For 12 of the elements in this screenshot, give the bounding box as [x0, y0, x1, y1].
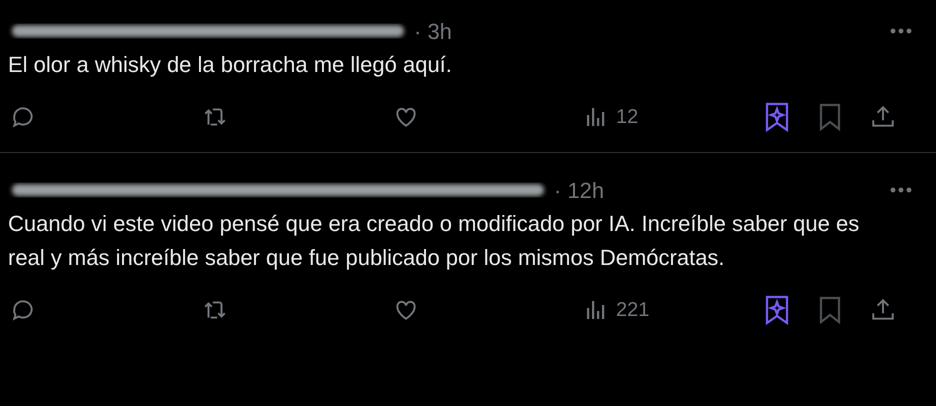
post-text: Cuando vi este video pensé que era creado o modificado por IA. Increíble saber que es real y más increíble saber que fue publicado por los mismos Demócratas.	[8, 210, 860, 272]
view-count: 12	[616, 105, 640, 130]
more-icon[interactable]	[890, 187, 912, 193]
more-icon[interactable]	[890, 28, 912, 34]
bookmark-icon[interactable]	[818, 103, 842, 131]
bookmark-icon[interactable]	[818, 296, 842, 324]
post-time: · 12h	[554, 176, 604, 204]
bookmark-sparkle-icon[interactable]	[764, 295, 790, 325]
post-time: · 3h	[414, 18, 452, 46]
view-count: 221	[616, 298, 650, 323]
bookmark-sparkle-icon[interactable]	[764, 102, 790, 132]
post-text: El olor a whisky de la borracha me llegó aquí.	[8, 51, 453, 79]
